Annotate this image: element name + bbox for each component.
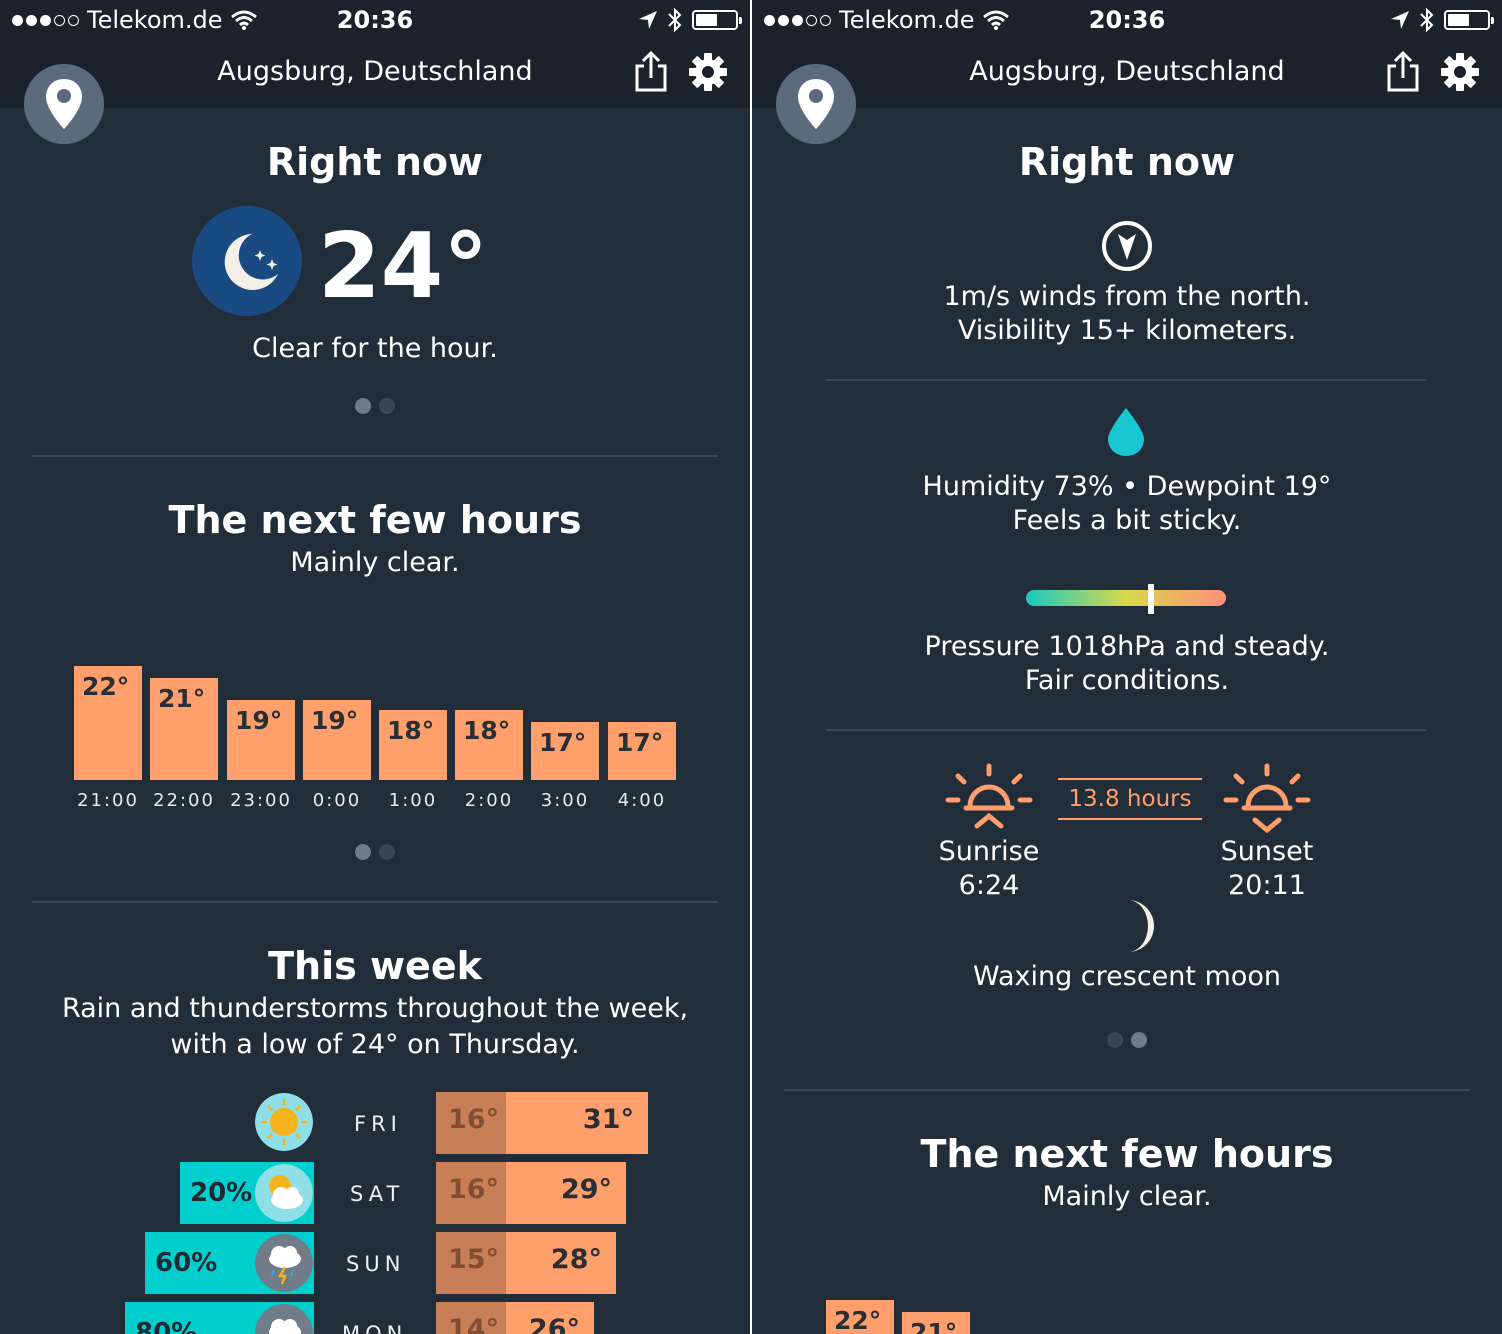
hour-bar: 18° bbox=[455, 710, 523, 780]
next-hours-summary: Mainly clear. bbox=[1042, 1181, 1212, 1212]
gear-icon[interactable] bbox=[688, 52, 728, 92]
hour-bar: 17° bbox=[531, 722, 599, 780]
nav-bar: Augsburg, Deutschland bbox=[0, 40, 750, 108]
thunderstorm-icon bbox=[255, 1234, 313, 1292]
bluetooth-icon bbox=[668, 8, 682, 32]
bluetooth-icon bbox=[1420, 8, 1434, 32]
low-temp-bar: 16° bbox=[436, 1092, 506, 1154]
battery-icon bbox=[1444, 10, 1494, 30]
low-temp-bar: 16° bbox=[436, 1162, 506, 1224]
location-pin-icon bbox=[798, 79, 834, 129]
page-indicator[interactable] bbox=[1107, 1032, 1147, 1048]
sun-icon bbox=[255, 1093, 313, 1151]
divider bbox=[826, 729, 1426, 731]
right-now-title: Right now bbox=[1018, 140, 1236, 184]
location-arrow-icon bbox=[639, 11, 657, 29]
status-icons bbox=[1390, 8, 1494, 32]
nav-bar: Augsburg, Deutschland bbox=[752, 40, 1502, 108]
sunrise-label: Sunrise bbox=[938, 836, 1040, 867]
sunset-time: 20:11 bbox=[1228, 870, 1306, 901]
left-screen: Telekom.de 20:36 Augsburg, Deutschland R… bbox=[0, 0, 750, 1334]
week-summary-line1: Rain and thunderstorms throughout the we… bbox=[61, 993, 689, 1024]
current-temperature: 24° bbox=[318, 214, 489, 319]
pressure-gauge bbox=[1026, 590, 1226, 606]
hour-bar: 21° bbox=[150, 678, 218, 780]
pressure-marker bbox=[1148, 584, 1154, 614]
battery-icon bbox=[692, 10, 742, 30]
day-label: MON bbox=[342, 1322, 408, 1334]
status-bar: Telekom.de 20:36 bbox=[0, 0, 750, 40]
day-label: SAT bbox=[350, 1182, 405, 1206]
low-temp-bar: 14° bbox=[436, 1302, 506, 1334]
hour-bar: 22° bbox=[826, 1300, 894, 1334]
divider bbox=[826, 379, 1426, 381]
page-indicator[interactable] bbox=[355, 398, 395, 414]
pressure-line1: Pressure 1018hPa and steady. bbox=[924, 631, 1330, 662]
share-icon[interactable] bbox=[1386, 50, 1420, 94]
divider bbox=[32, 901, 718, 903]
low-temp-bar: 15° bbox=[436, 1232, 506, 1294]
location-arrow-icon bbox=[1391, 11, 1409, 29]
sunrise-time: 6:24 bbox=[958, 870, 1020, 901]
right-screen: Telekom.de 20:36 Augsburg, Deutschland R… bbox=[752, 0, 1502, 1334]
page-indicator[interactable] bbox=[355, 844, 395, 860]
divider bbox=[32, 455, 718, 457]
day-label: FRI bbox=[354, 1112, 402, 1136]
sunrise-icon bbox=[945, 763, 1033, 829]
current-summary: Clear for the hour. bbox=[252, 333, 498, 364]
wind-line2: Visibility 15+ kilometers. bbox=[957, 315, 1297, 346]
day-label: SUN bbox=[346, 1252, 406, 1276]
hour-bar: 19° bbox=[227, 700, 295, 780]
next-hours-summary: Mainly clear. bbox=[290, 547, 460, 578]
wind-compass-icon bbox=[1102, 221, 1152, 271]
hour-bar: 21° bbox=[902, 1312, 970, 1334]
humidity-line1: Humidity 73% • Dewpoint 19° bbox=[922, 471, 1332, 502]
status-bar: Telekom.de 20:36 bbox=[752, 0, 1502, 40]
divider bbox=[784, 1089, 1470, 1091]
location-pin-icon bbox=[46, 79, 82, 129]
hour-bar: 19° bbox=[303, 700, 371, 780]
week-summary-line2: with a low of 24° on Thursday. bbox=[170, 1029, 580, 1060]
hour-bar: 17° bbox=[608, 722, 676, 780]
pressure-line2: Fair conditions. bbox=[1024, 665, 1230, 696]
hour-bar: 22° bbox=[74, 666, 142, 780]
hour-label: 4:00 bbox=[617, 790, 667, 811]
status-icons bbox=[638, 8, 742, 32]
next-hours-title: The next few hours bbox=[168, 498, 582, 542]
wind-line1: 1m/s winds from the north. bbox=[943, 281, 1311, 312]
sunset-label: Sunset bbox=[1220, 836, 1314, 867]
partly-cloudy-icon bbox=[255, 1164, 313, 1222]
hour-bar: 18° bbox=[379, 710, 447, 780]
next-hours-title: The next few hours bbox=[920, 1132, 1334, 1176]
share-icon[interactable] bbox=[634, 50, 668, 94]
location-pin-button[interactable] bbox=[24, 64, 104, 144]
daylight-duration: 13.8 hours bbox=[1058, 778, 1202, 820]
sunset-icon bbox=[1223, 763, 1311, 834]
location-pin-button[interactable] bbox=[776, 64, 856, 144]
gear-icon[interactable] bbox=[1440, 52, 1480, 92]
week-title: This week bbox=[268, 944, 482, 988]
humidity-drop-icon bbox=[1108, 408, 1144, 456]
clear-night-icon bbox=[192, 206, 302, 316]
crescent-moon-icon bbox=[1128, 900, 1154, 952]
moon-phase: Waxing crescent moon bbox=[972, 961, 1282, 992]
humidity-line2: Feels a bit sticky. bbox=[1012, 505, 1242, 536]
right-now-title: Right now bbox=[266, 140, 484, 184]
